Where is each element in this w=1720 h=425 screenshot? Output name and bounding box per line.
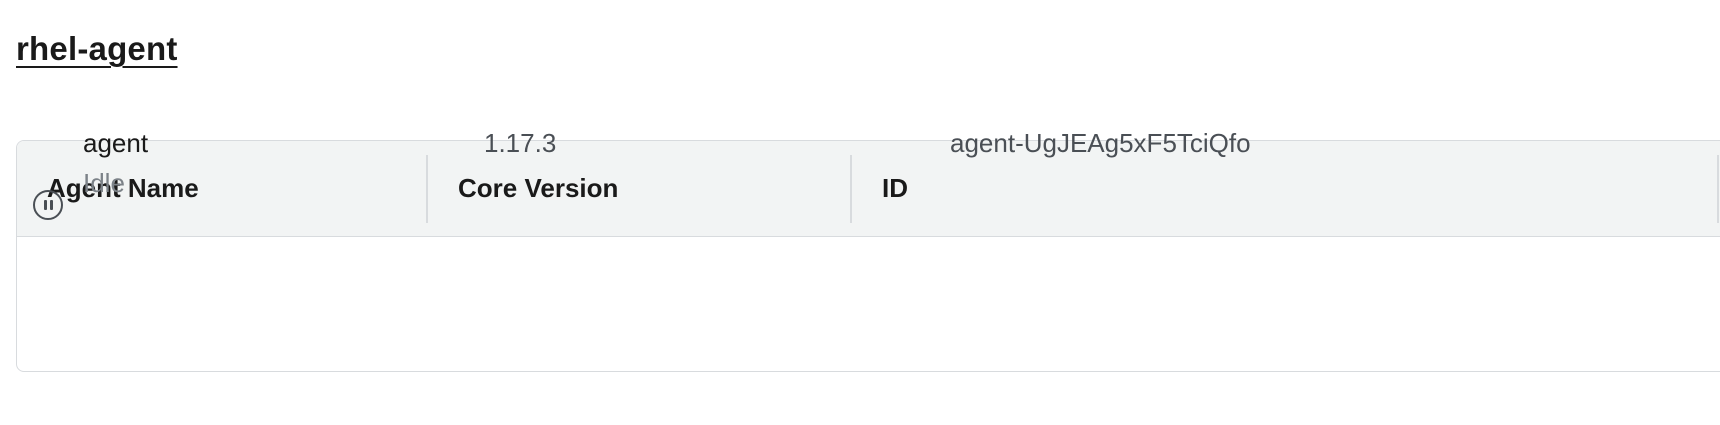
column-divider[interactable]	[850, 155, 852, 223]
column-header-id[interactable]: ID	[882, 141, 908, 236]
agent-status: Idle	[83, 168, 125, 198]
page-title[interactable]: rhel-agent	[16, 30, 178, 68]
column-divider[interactable]	[1717, 155, 1719, 223]
pause-circle-icon	[33, 190, 63, 220]
table-header: Agent Name Core Version ID	[17, 141, 1720, 237]
agent-name[interactable]: agent	[83, 128, 148, 159]
core-version: 1.17.3	[484, 128, 557, 158]
column-divider[interactable]	[426, 155, 428, 223]
table-row[interactable]	[17, 237, 1720, 371]
agents-table: Agent Name Core Version ID	[16, 140, 1720, 372]
agent-id: agent-UgJEAg5xF5TciQfo	[950, 128, 1251, 158]
